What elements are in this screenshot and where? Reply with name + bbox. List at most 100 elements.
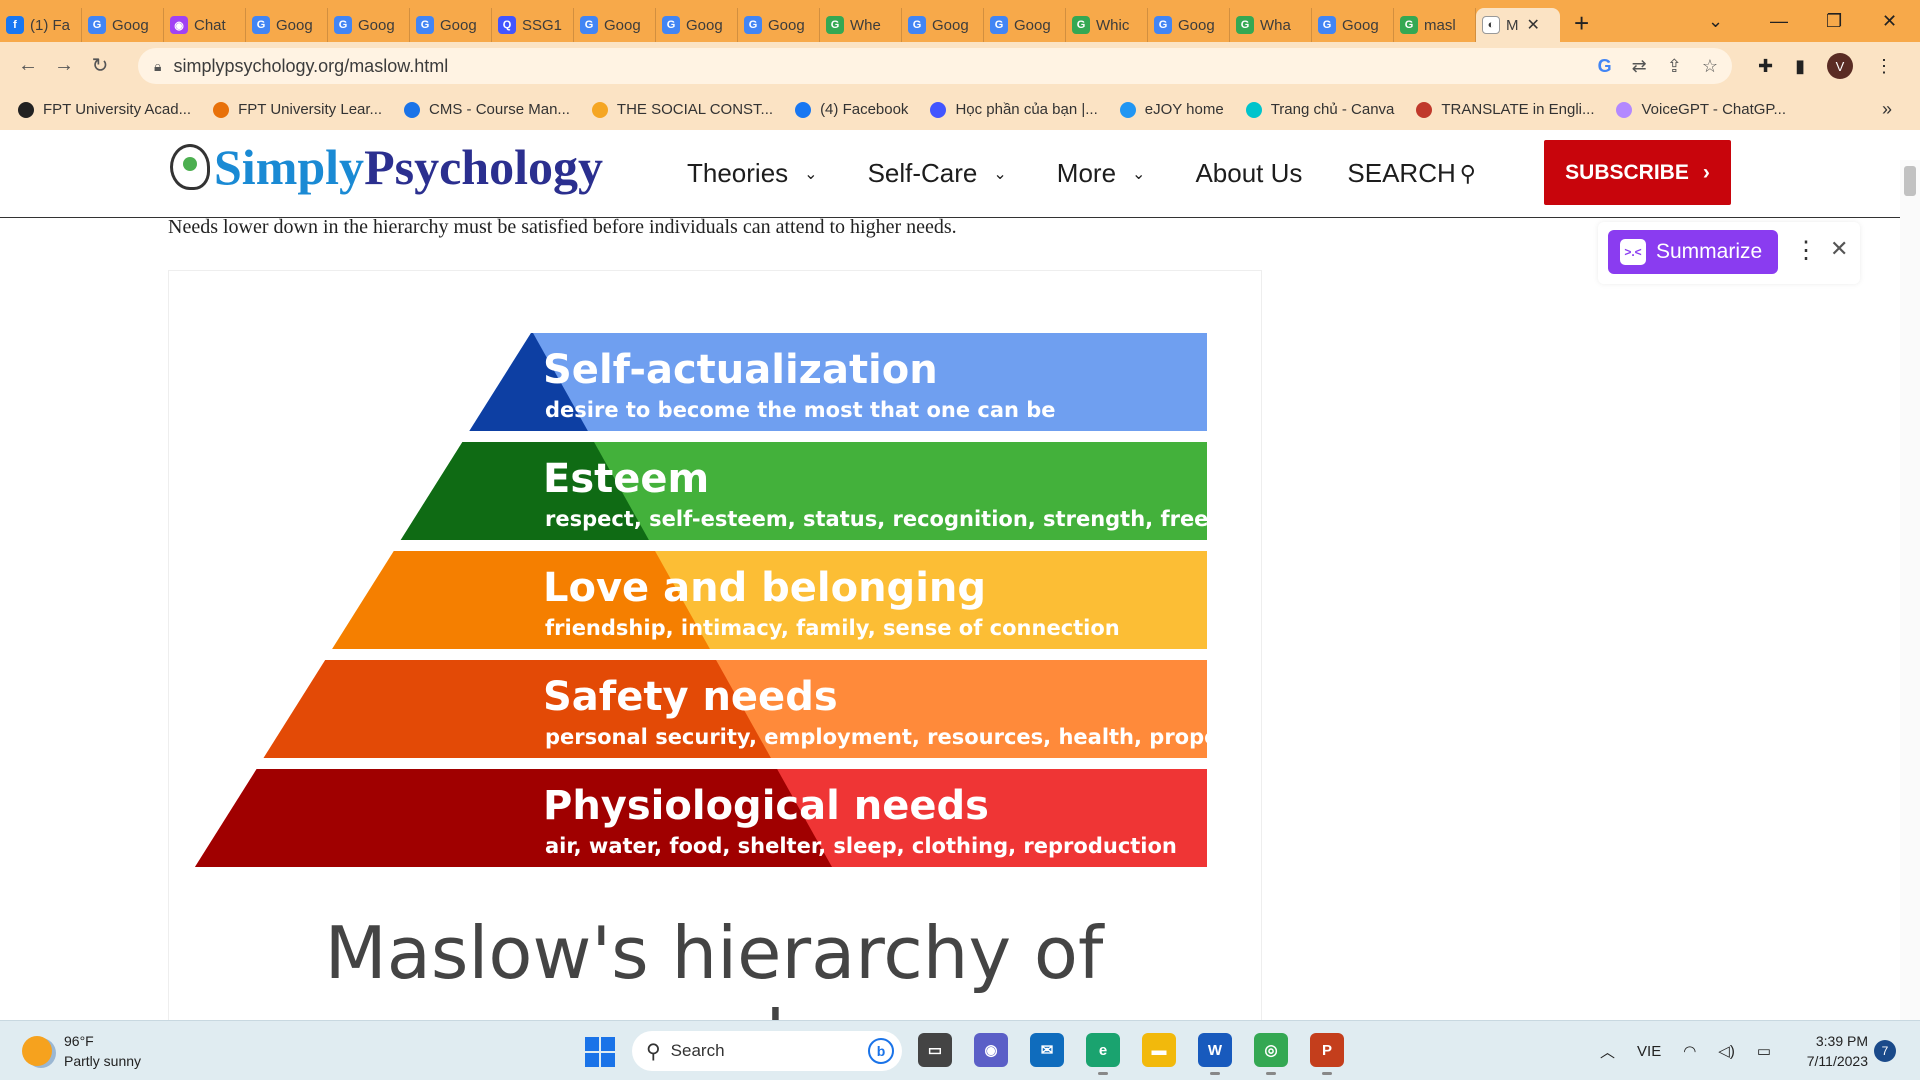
- show-hidden-icons-icon[interactable]: ︿: [1600, 1041, 1615, 1062]
- bookmark-item[interactable]: FPT University Lear...: [213, 101, 382, 118]
- subscribe-button[interactable]: SUBSCRIBE ›: [1544, 140, 1731, 205]
- tab[interactable]: f (1) Fa: [0, 8, 82, 42]
- logo-text-simply: Simply: [214, 139, 365, 195]
- bing-icon[interactable]: b: [868, 1038, 894, 1064]
- tab-active[interactable]: ◐ M ✕: [1476, 8, 1560, 42]
- notification-badge[interactable]: 7: [1874, 1040, 1896, 1062]
- nav-about-us[interactable]: About Us: [1195, 158, 1302, 189]
- minimize-button[interactable]: —: [1770, 0, 1788, 42]
- translate-icon[interactable]: ⇄: [1632, 56, 1647, 77]
- wifi-icon[interactable]: ◠: [1683, 1042, 1696, 1060]
- tab[interactable]: G Goog: [984, 8, 1066, 42]
- tab[interactable]: G Goog: [246, 8, 328, 42]
- tab[interactable]: G Goog: [574, 8, 656, 42]
- summarize-button[interactable]: >.< Summarize: [1608, 230, 1778, 274]
- lock-icon[interactable]: 🔒︎: [154, 58, 161, 75]
- teams-icon[interactable]: ◉: [974, 1033, 1008, 1067]
- tab[interactable]: G Goog: [738, 8, 820, 42]
- language-indicator[interactable]: VIE: [1637, 1043, 1661, 1060]
- url-text[interactable]: simplypsychology.org/maslow.html: [173, 56, 448, 77]
- bookmark-item[interactable]: eJOY home: [1119, 101, 1224, 118]
- windows-logo-icon: [585, 1037, 599, 1051]
- nav-theories[interactable]: Theories ⌄: [687, 158, 818, 189]
- file-explorer-icon[interactable]: ▭: [918, 1033, 952, 1067]
- bookmark-item[interactable]: (4) Facebook: [795, 101, 908, 118]
- close-icon[interactable]: ✕: [1830, 236, 1848, 262]
- nav-self-care[interactable]: Self-Care ⌄: [868, 158, 1007, 189]
- system-clock[interactable]: 3:39 PM 7/11/2023: [1794, 1031, 1868, 1071]
- pyramid-level-title: Self-actualization: [543, 347, 938, 393]
- chrome-menu-icon[interactable]: ⋮: [1875, 56, 1893, 77]
- word-icon[interactable]: W: [1198, 1033, 1232, 1075]
- tab[interactable]: ◉ Chat: [164, 8, 246, 42]
- nav-search[interactable]: SEARCH ⚲: [1347, 158, 1475, 189]
- bookmark-label: VoiceGPT - ChatGP...: [1641, 101, 1786, 118]
- site-logo[interactable]: Simply Psychology: [170, 138, 603, 196]
- subscribe-label: SUBSCRIBE: [1565, 160, 1689, 184]
- tab[interactable]: Gmasl: [1394, 8, 1476, 42]
- share-icon[interactable]: ⇪: [1667, 56, 1682, 77]
- close-tab-icon[interactable]: ✕: [1527, 15, 1540, 35]
- simplypsychology-icon: ◐: [1482, 16, 1500, 34]
- taskbar-search[interactable]: ⚲ Search b: [632, 1031, 902, 1071]
- bookmark-label: FPT University Lear...: [238, 101, 383, 118]
- bookmark-star-icon[interactable]: ☆: [1702, 56, 1718, 77]
- forward-button[interactable]: →: [46, 54, 82, 77]
- folder-icon[interactable]: ▬: [1142, 1033, 1176, 1067]
- tab-label: Whe: [850, 16, 881, 34]
- tab[interactable]: G Goog: [1148, 8, 1230, 42]
- tab[interactable]: G Goog: [902, 8, 984, 42]
- new-tab-button[interactable]: +: [1574, 8, 1589, 39]
- tab-strip: f (1) Fa G Goog ◉ Chat G Goog G Goog G Goog Q SSG1 G Go…: [0, 0, 1920, 42]
- tab[interactable]: G Whic: [1066, 8, 1148, 42]
- tab[interactable]: G Goog: [82, 8, 164, 42]
- bookmark-favicon-icon: [591, 101, 608, 118]
- scrollbar-thumb[interactable]: [1904, 166, 1916, 196]
- extensions-puzzle-icon[interactable]: ✚: [1758, 56, 1773, 77]
- tab[interactable]: G Wha: [1230, 8, 1312, 42]
- vertical-scrollbar[interactable]: [1900, 160, 1920, 1020]
- bookmark-item[interactable]: CMS - Course Man...: [404, 101, 570, 118]
- tab[interactable]: Q SSG1: [492, 8, 574, 42]
- more-bookmarks-icon[interactable]: »: [1882, 99, 1892, 120]
- chevron-down-icon: ⌄: [804, 165, 818, 183]
- start-button[interactable]: [585, 1037, 615, 1067]
- mail-icon[interactable]: ✉: [1030, 1033, 1064, 1067]
- profile-avatar[interactable]: V: [1827, 53, 1853, 79]
- tab-search-icon[interactable]: ⌄: [1708, 0, 1723, 42]
- powerpoint-icon[interactable]: P: [1310, 1033, 1344, 1075]
- weather-widget[interactable]: 96°F Partly sunny: [22, 1031, 141, 1071]
- nav-more[interactable]: More ⌄: [1057, 158, 1146, 189]
- tab-list: f (1) Fa G Goog ◉ Chat G Goog G Goog G Goog Q SSG1 G Go…: [0, 0, 1476, 42]
- address-bar[interactable]: 🔒︎ simplypsychology.org/maslow.html G ⇄ …: [138, 48, 1732, 84]
- facebook-icon: f: [6, 16, 24, 34]
- tab[interactable]: G Goog: [328, 8, 410, 42]
- bookmark-item[interactable]: VoiceGPT - ChatGP...: [1616, 101, 1786, 118]
- close-window-button[interactable]: ✕: [1882, 0, 1897, 42]
- bookmark-item[interactable]: FPT University Acad...: [18, 101, 191, 118]
- tab[interactable]: G Whe: [820, 8, 902, 42]
- google-lens-icon[interactable]: G: [1598, 56, 1612, 77]
- summarize-icon: >.<: [1620, 239, 1646, 265]
- bookmark-item[interactable]: Trang chủ - Canva: [1245, 101, 1394, 118]
- reload-button[interactable]: ↻: [82, 53, 118, 78]
- restore-button[interactable]: ❐: [1826, 0, 1842, 42]
- bookmark-item[interactable]: THE SOCIAL CONST...: [591, 101, 773, 118]
- edge-icon[interactable]: e: [1086, 1033, 1120, 1075]
- tab[interactable]: G Goog: [656, 8, 738, 42]
- more-options-icon[interactable]: ⋮: [1794, 236, 1818, 265]
- tab[interactable]: G Goog: [1312, 8, 1394, 42]
- bookmark-item[interactable]: Học phần của bạn |...: [930, 101, 1098, 118]
- volume-icon[interactable]: ◁): [1718, 1042, 1735, 1060]
- chrome-icon[interactable]: ◎: [1254, 1033, 1288, 1075]
- bookmark-item[interactable]: TRANSLATE in Engli...: [1416, 101, 1594, 118]
- battery-icon[interactable]: ▭: [1757, 1042, 1771, 1060]
- google-translate-icon: G: [1154, 16, 1172, 34]
- tab[interactable]: G Goog: [410, 8, 492, 42]
- tab-label: Goog: [358, 16, 395, 34]
- system-tray: ︿ VIE ◠ ◁) ▭: [1600, 1021, 1771, 1080]
- side-panel-icon[interactable]: ▮: [1795, 56, 1805, 77]
- back-button[interactable]: ←: [10, 54, 46, 77]
- bookmark-label: eJOY home: [1144, 101, 1224, 118]
- bookmark-favicon-icon: [795, 101, 812, 118]
